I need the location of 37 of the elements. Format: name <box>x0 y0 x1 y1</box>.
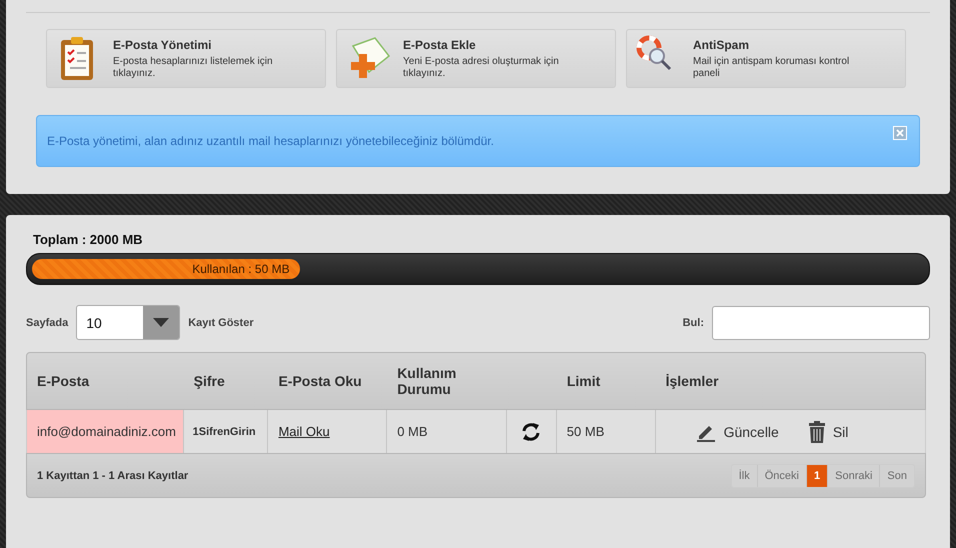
search-field[interactable] <box>712 306 930 340</box>
shortcut-card[interactable]: E-Posta Ekle Yeni E-posta adresi oluşturmak için tıklayınız. <box>336 29 616 88</box>
page-size-label: Sayfada <box>26 316 68 328</box>
records-info: 1 Kayıttan 1 - 1 Arası Kayıtlar <box>37 470 188 482</box>
total-quota: Toplam : 2000 MB <box>33 232 144 247</box>
page-size-suffix: Kayıt Göster <box>188 316 254 328</box>
page-size-select[interactable]: 10 <box>76 305 180 340</box>
trash-icon <box>808 420 825 442</box>
pagination-button[interactable]: Sonraki <box>828 464 880 486</box>
alert-message: E-Posta yönetimi, alan adınız uzantılı mail hesaplarınızı yönetebileceğiniz bölümdür. <box>47 134 494 148</box>
column-header: E-Posta <box>36 372 90 391</box>
usage-label: Kullanılan : 50 MB <box>192 262 290 276</box>
shortcut-card[interactable]: E-Posta Yönetimi E-posta hesaplarınızı listelemek için tıklayınız. <box>46 29 326 88</box>
delete-link[interactable]: Sil <box>808 420 848 442</box>
column-header: Kullanım Durumu <box>396 364 458 399</box>
column-header: Limit <box>566 372 602 391</box>
pagination-button[interactable]: İlk <box>732 464 758 486</box>
shortcut-description: Mail için antispam koruması kontrol paneli <box>693 56 850 80</box>
edit-link[interactable]: Güncelle <box>696 422 779 442</box>
caret-icon <box>153 318 170 327</box>
pagination-button[interactable]: 1 <box>807 464 828 486</box>
shortcut-description: E-posta hesaplarınızı listelemek için tıklayınız. <box>113 56 274 80</box>
shortcut-description: Yeni E-posta adresi oluşturmak için tıklayınız. <box>403 56 560 80</box>
column-header: E-Posta Oku <box>277 372 363 391</box>
shortcut-title: E-Posta Yönetimi <box>113 38 212 52</box>
search-label: Bul: <box>682 316 704 328</box>
column-header: İşlemler <box>664 372 720 391</box>
close-icon[interactable] <box>893 126 907 140</box>
table-cell: info@domainadiniz.com <box>27 410 184 453</box>
shortcut-title: E-Posta Ekle <box>403 38 477 52</box>
table-cell: 1SifrenGirin <box>184 410 268 453</box>
shortcut-title: AntiSpam <box>693 38 750 52</box>
column-header: Şifre <box>192 372 226 391</box>
refresh-icon[interactable] <box>521 422 542 440</box>
pagination-button[interactable]: Önceki <box>758 464 807 486</box>
read-mail-link[interactable]: Mail Oku <box>278 424 330 439</box>
shortcut-card[interactable]: AntiSpam Mail için antispam koruması kontrol paneli <box>626 29 906 88</box>
